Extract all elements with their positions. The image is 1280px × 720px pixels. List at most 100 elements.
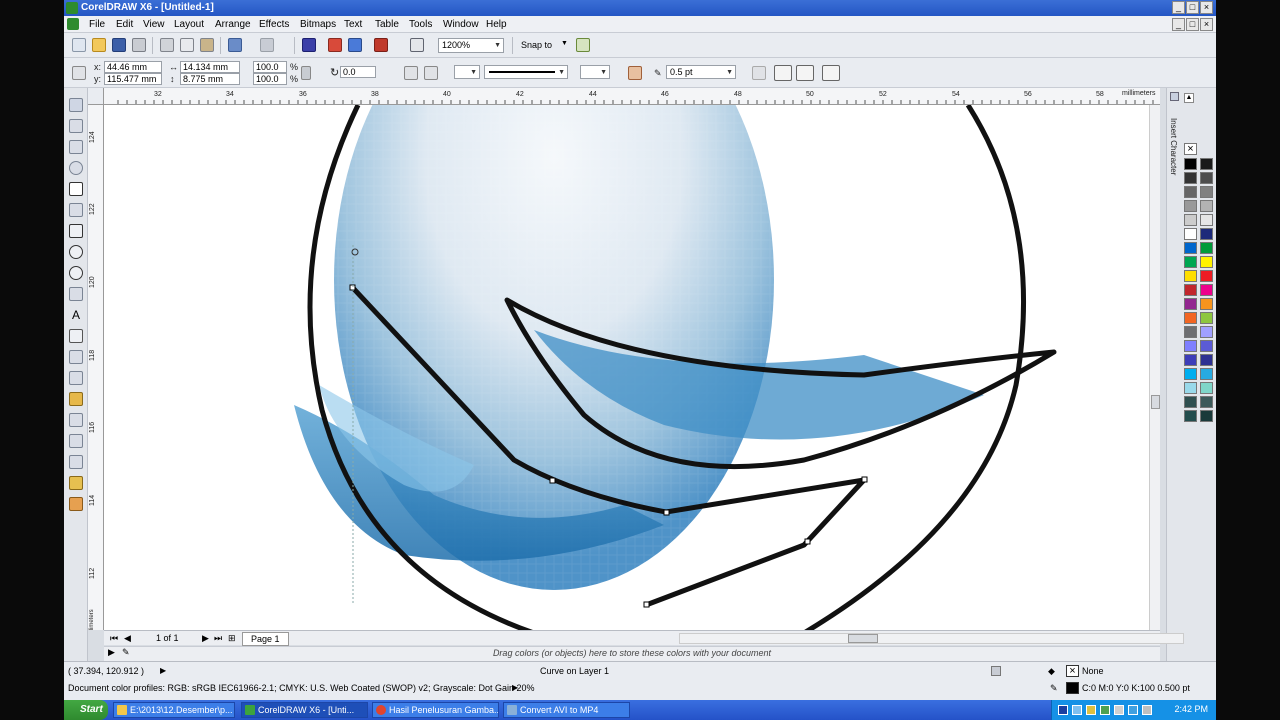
palette-scroll-up-icon[interactable]: ▲	[1184, 93, 1194, 103]
smart-fill-tool-icon[interactable]	[69, 203, 83, 217]
first-page-icon[interactable]: ⏮	[110, 631, 118, 645]
color-swatch[interactable]	[1200, 214, 1213, 226]
pick-tool-icon[interactable]	[69, 98, 83, 112]
menu-edit[interactable]: Edit	[116, 18, 133, 31]
text-tool-icon[interactable]: A	[69, 308, 83, 322]
copy-icon[interactable]	[180, 38, 194, 52]
start-arrowhead-select[interactable]: ▼	[454, 65, 480, 79]
color-swatch[interactable]	[1200, 312, 1213, 324]
shape-tool-icon[interactable]	[69, 119, 83, 133]
color-swatch[interactable]	[1200, 158, 1213, 170]
menu-arrange[interactable]: Arrange	[215, 18, 251, 31]
application-launcher-icon[interactable]	[374, 38, 388, 52]
docker-collapse-icon[interactable]	[1170, 92, 1179, 101]
maximize-button[interactable]: □	[1186, 1, 1199, 14]
document-palette[interactable]: ▶ ✎ Drag colors (or objects) here to sto…	[104, 646, 1160, 661]
freehand-tool-icon[interactable]	[69, 182, 83, 196]
menu-tools[interactable]: Tools	[409, 18, 432, 31]
paste-icon[interactable]	[200, 38, 214, 52]
new-document-icon[interactable]	[72, 38, 86, 52]
drawing-artwork[interactable]	[104, 105, 1149, 630]
blend-tool-icon[interactable]	[69, 392, 83, 406]
connector-tool-icon[interactable]	[69, 371, 83, 385]
color-swatch[interactable]	[1184, 354, 1197, 366]
scale-x-field[interactable]: 100.0	[253, 61, 287, 73]
scale-y-field[interactable]: 100.0	[253, 73, 287, 85]
color-swatch[interactable]	[1184, 284, 1197, 296]
color-proofing-icon[interactable]	[991, 666, 1001, 676]
color-swatch[interactable]	[1184, 256, 1197, 268]
color-swatch[interactable]	[1184, 382, 1197, 394]
rectangle-tool-icon[interactable]	[69, 224, 83, 238]
color-swatch[interactable]	[1200, 284, 1213, 296]
redo-icon[interactable]	[260, 38, 274, 52]
export-icon[interactable]	[348, 38, 362, 52]
outline-pen-tool-icon[interactable]	[69, 455, 83, 469]
doc-close-button[interactable]: ×	[1200, 18, 1213, 31]
color-swatch[interactable]	[1200, 186, 1213, 198]
snap-to-menu[interactable]: Snap to	[521, 40, 552, 50]
last-page-icon[interactable]: ⏭	[214, 631, 222, 645]
y-position-field[interactable]: 115.477 mm	[104, 73, 162, 85]
menu-file[interactable]: File	[89, 18, 105, 31]
color-swatch[interactable]	[1184, 200, 1197, 212]
shield-icon[interactable]	[1086, 705, 1096, 715]
curve-node[interactable]	[549, 477, 556, 484]
color-swatch[interactable]	[1200, 172, 1213, 184]
task-browser[interactable]: Hasil Penelusuran Gamba...	[372, 702, 499, 718]
color-swatch[interactable]	[1184, 312, 1197, 324]
horizontal-scrollbar[interactable]	[679, 633, 1184, 644]
tray-icon[interactable]	[1058, 705, 1068, 715]
tray-icon[interactable]	[1114, 705, 1124, 715]
color-swatch[interactable]	[1184, 214, 1197, 226]
color-swatch[interactable]	[1200, 410, 1213, 422]
network-icon[interactable]	[1128, 705, 1138, 715]
profiles-expand-icon[interactable]: ▶	[512, 683, 518, 692]
color-swatch[interactable]	[1184, 396, 1197, 408]
save-icon[interactable]	[112, 38, 126, 52]
close-curve-icon[interactable]	[628, 66, 642, 80]
color-swatch[interactable]	[1200, 256, 1213, 268]
menu-layout[interactable]: Layout	[174, 18, 204, 31]
menu-help[interactable]: Help	[486, 18, 507, 31]
curve-node[interactable]	[663, 509, 670, 516]
crop-tool-icon[interactable]	[69, 140, 83, 154]
color-swatch[interactable]	[1200, 326, 1213, 338]
color-swatch[interactable]	[1200, 382, 1213, 394]
drawing-canvas[interactable]	[104, 105, 1149, 630]
search-content-icon[interactable]	[302, 38, 316, 52]
object-height-field[interactable]: 8.775 mm	[180, 73, 240, 85]
color-swatch[interactable]	[1200, 200, 1213, 212]
close-button[interactable]: ×	[1200, 1, 1213, 14]
status-expand-icon[interactable]: ▶	[160, 666, 166, 675]
undo-icon[interactable]	[228, 38, 242, 52]
wrap-text-icon[interactable]	[752, 66, 766, 80]
outline-color-swatch[interactable]	[1066, 682, 1079, 694]
curve-node[interactable]	[861, 476, 868, 483]
color-swatch[interactable]	[1184, 298, 1197, 310]
fill-tool-icon[interactable]	[69, 476, 83, 490]
mirror-horizontal-icon[interactable]	[404, 66, 418, 80]
color-swatch[interactable]	[1184, 172, 1197, 184]
color-swatch[interactable]	[1200, 270, 1213, 282]
vertical-scroll-thumb[interactable]	[1151, 395, 1160, 409]
transparency-tool-icon[interactable]	[69, 413, 83, 427]
zoom-tool-icon[interactable]	[69, 161, 83, 175]
vertical-ruler[interactable]: 124 122 120 118 116 114 112 millimeters	[88, 105, 104, 630]
color-swatch[interactable]	[1184, 368, 1197, 380]
basic-shapes-tool-icon[interactable]	[69, 287, 83, 301]
color-swatch[interactable]	[1184, 186, 1197, 198]
print-icon[interactable]	[132, 38, 146, 52]
color-swatch[interactable]	[1184, 326, 1197, 338]
fill-none-swatch[interactable]: ×	[1066, 665, 1079, 677]
add-page-icon[interactable]: ⊞	[228, 631, 236, 645]
menu-bitmaps[interactable]: Bitmaps	[300, 18, 336, 31]
volume-icon[interactable]	[1142, 705, 1152, 715]
full-screen-preview-icon[interactable]	[410, 38, 424, 52]
no-color-swatch[interactable]: ×	[1184, 143, 1197, 155]
lock-ratio-icon[interactable]	[301, 66, 311, 80]
interactive-fill-tool-icon[interactable]	[69, 497, 83, 511]
snap-chevron-down-icon[interactable]: ▼	[561, 40, 568, 47]
color-swatch[interactable]	[1200, 354, 1213, 366]
outline-style-select[interactable]: ▼	[484, 65, 568, 79]
